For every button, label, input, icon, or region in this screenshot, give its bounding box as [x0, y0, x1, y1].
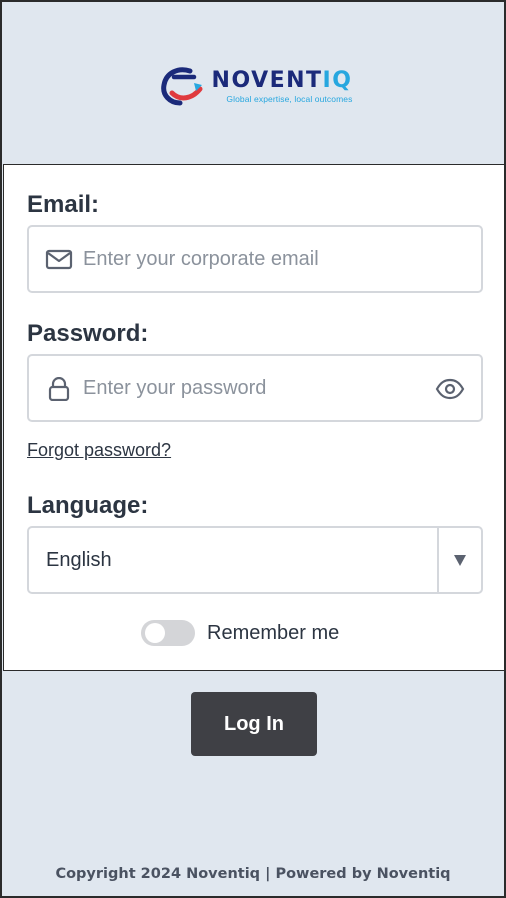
eye-icon[interactable]: [435, 377, 465, 401]
logo-header: NOVENTIQ Global expertise, local outcome…: [2, 2, 504, 164]
language-label: Language:: [27, 492, 149, 519]
remember-me-toggle[interactable]: [141, 620, 195, 646]
email-label: Email:: [27, 191, 100, 218]
password-input[interactable]: [83, 368, 423, 408]
mail-icon: [45, 249, 73, 270]
noventiq-logo: NOVENTIQ Global expertise, local outcome…: [160, 65, 353, 107]
noventiq-logo-mark-icon: [160, 67, 203, 106]
password-field[interactable]: [27, 354, 483, 422]
login-button[interactable]: Log In: [191, 692, 317, 756]
language-selected-value: English: [46, 549, 112, 571]
caret-down-icon[interactable]: [453, 553, 467, 567]
toggle-knob: [145, 623, 165, 643]
lock-icon: [48, 377, 70, 401]
email-input[interactable]: [83, 239, 423, 279]
language-select[interactable]: English: [27, 526, 483, 594]
email-field[interactable]: [27, 225, 483, 293]
copyright-footer: Copyright 2024 Noventiq | Powered by Nov…: [55, 866, 451, 882]
password-label: Password:: [27, 320, 149, 347]
login-page: NOVENTIQ Global expertise, local outcome…: [0, 0, 506, 898]
login-form: Email: Password: Forgot password? Langua…: [3, 164, 505, 671]
forgot-password-link[interactable]: Forgot password?: [27, 440, 171, 461]
remember-me-row: Remember me: [141, 619, 339, 647]
remember-me-label[interactable]: Remember me: [207, 622, 339, 645]
brand-tagline: Global expertise, local outcomes: [226, 93, 353, 104]
brand-wordmark: NOVENTIQ: [211, 67, 353, 93]
select-divider: [437, 528, 439, 592]
